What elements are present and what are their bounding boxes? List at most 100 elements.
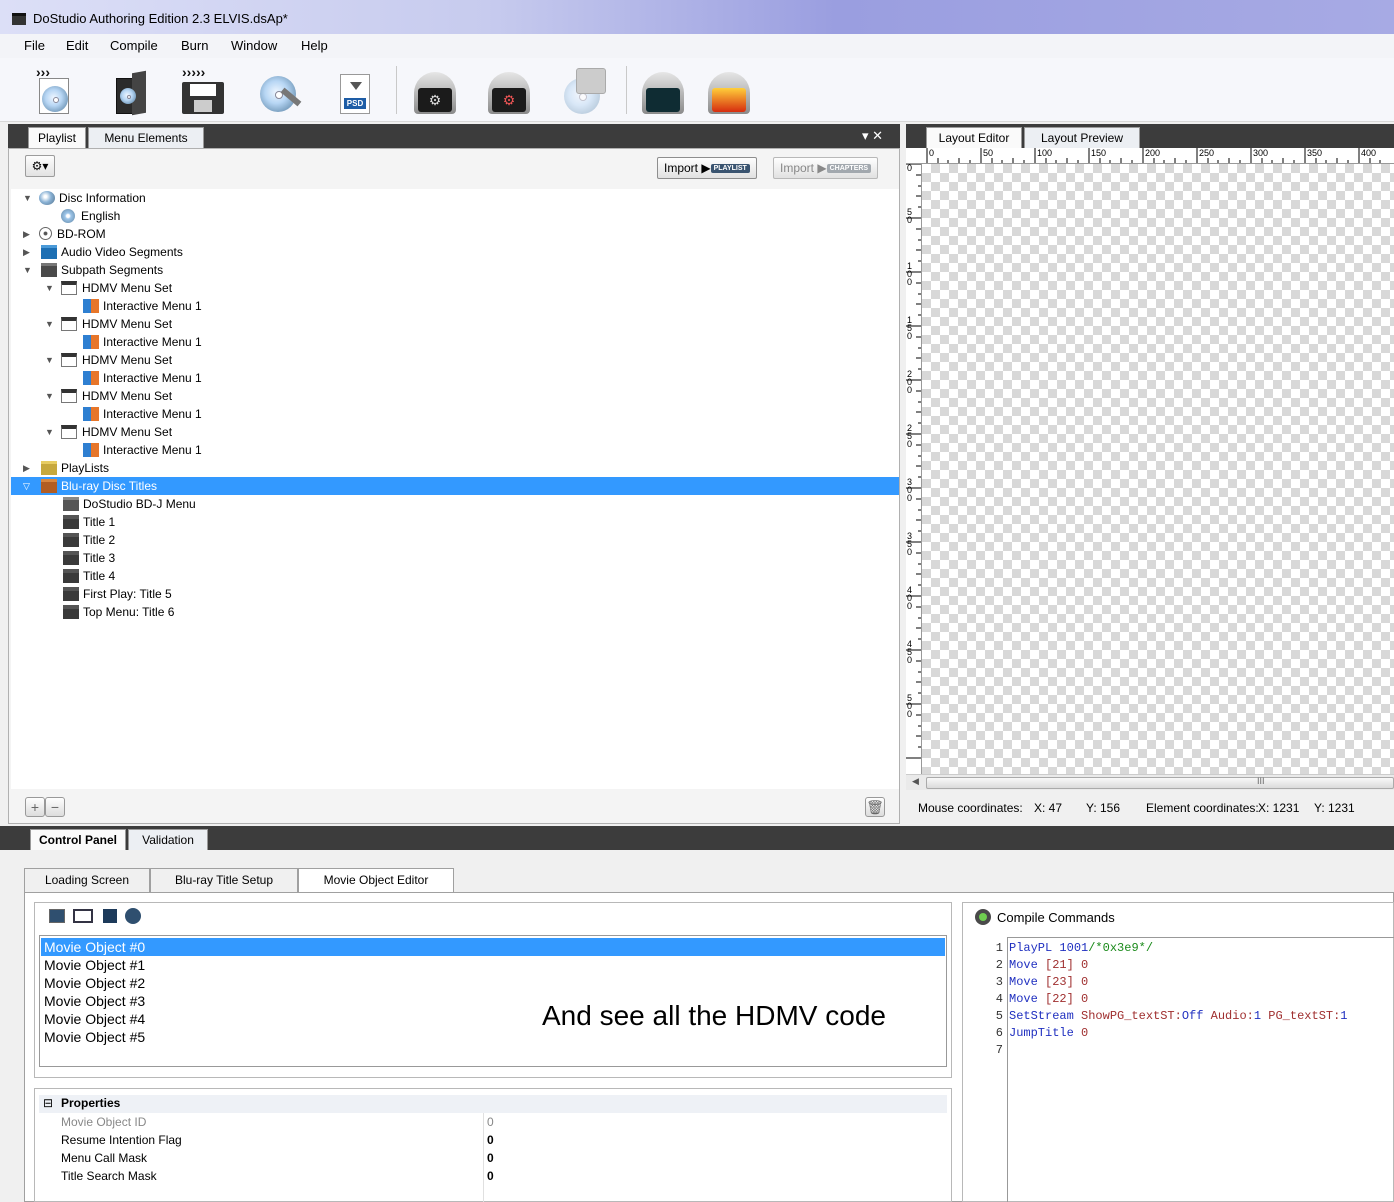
tab-layout-preview[interactable]: Layout Preview <box>1024 127 1140 148</box>
add-button[interactable]: + <box>25 797 45 817</box>
ruler-label: 400 <box>1361 148 1377 158</box>
tree-item-bd-rom[interactable]: ▶ BD-ROM <box>11 225 899 243</box>
tree-item-hdmv-menu-set[interactable]: ▼ HDMV Menu Set <box>11 279 899 297</box>
property-name: Movie Object ID <box>61 1115 147 1129</box>
tree-item-title[interactable]: Title 4 <box>11 567 899 585</box>
scrollbar-thumb[interactable]: III <box>926 776 1394 789</box>
scroll-left-icon[interactable]: ◀ <box>912 776 919 787</box>
properties-header[interactable]: ⊟ Properties <box>39 1095 947 1113</box>
expand-icon[interactable]: ▼ <box>23 189 33 207</box>
tree-item-interactive-menu[interactable]: Interactive Menu 1 <box>11 333 899 351</box>
line-number: 2 <box>995 958 1003 972</box>
tree-item-playlists[interactable]: ▶ PlayLists <box>11 459 899 477</box>
tree-item-bluray-disc-titles[interactable]: ▽ Blu-ray Disc Titles <box>11 477 899 495</box>
tree-item-hdmv-menu-set[interactable]: ▼ HDMV Menu Set <box>11 315 899 333</box>
property-value[interactable]: 0 <box>487 1133 494 1147</box>
tree-item-interactive-menu[interactable]: Interactive Menu 1 <box>11 441 899 459</box>
tab-movie-object-editor[interactable]: Movie Object Editor <box>298 868 454 893</box>
collapse-icon[interactable]: ▽ <box>23 477 33 495</box>
menu-file[interactable]: File <box>24 38 45 53</box>
property-name: Menu Call Mask <box>61 1151 148 1165</box>
preview-button[interactable] <box>560 64 612 116</box>
layout-canvas[interactable] <box>922 164 1394 774</box>
ruler-label: 150 <box>1091 148 1107 158</box>
tab-control-panel[interactable]: Control Panel <box>30 829 126 850</box>
folder-icon <box>41 245 57 259</box>
collapse-icon[interactable]: ▼ <box>23 261 33 279</box>
code-token: JumpTitle <box>1009 1026 1074 1040</box>
import-playlist-button[interactable]: Import ▶ PLAYLIST <box>657 157 757 179</box>
build-image-button[interactable] <box>638 64 690 116</box>
clock-icon[interactable] <box>125 908 141 924</box>
collapse-icon[interactable]: ▼ <box>45 279 55 297</box>
open-project-button[interactable] <box>104 64 156 116</box>
collapse-icon[interactable]: ⊟ <box>43 1096 53 1110</box>
list-item[interactable]: Movie Object #2 <box>41 974 945 992</box>
collapse-icon[interactable]: ▼ <box>45 387 55 405</box>
tree-item-hdmv-menu-set[interactable]: ▼ HDMV Menu Set <box>11 387 899 405</box>
burn-button[interactable] <box>704 64 756 116</box>
menu-window[interactable]: Window <box>231 38 277 53</box>
expand-icon[interactable]: ▶ <box>23 225 33 243</box>
tree-item-hdmv-menu-set[interactable]: ▼ HDMV Menu Set <box>11 351 899 369</box>
mouse-y: Y: 156 <box>1086 801 1121 815</box>
horizontal-scrollbar[interactable]: ◀ III <box>906 774 1394 790</box>
menu-compile[interactable]: Compile <box>110 38 158 53</box>
import-chapters-button[interactable]: Import ▶ CHAPTERS <box>773 157 879 179</box>
list-item[interactable]: Movie Object #1 <box>41 956 945 974</box>
gear-menu-button[interactable]: ⚙▾ <box>25 155 55 177</box>
tree-item-title[interactable]: First Play: Title 5 <box>11 585 899 603</box>
collapse-icon[interactable]: ▼ <box>45 351 55 369</box>
import-psd-button[interactable]: PSD <box>330 64 382 116</box>
tree-item-title[interactable]: Title 1 <box>11 513 899 531</box>
delete-button[interactable]: 🗑 <box>865 797 885 817</box>
tree-item-disc-information[interactable]: ▼ Disc Information <box>11 189 899 207</box>
tree-item-audio-video-segments[interactable]: ▶ Audio Video Segments <box>11 243 899 261</box>
compile-button[interactable]: ⚙ <box>410 64 462 116</box>
tab-playlist[interactable]: Playlist <box>28 127 86 148</box>
folder-icon <box>41 263 57 277</box>
horizontal-ruler: 0 50 100 150 200 250 300 350 400 <box>906 148 1394 164</box>
menu-object-icon[interactable] <box>73 909 93 923</box>
tree-item-title[interactable]: Title 3 <box>11 549 899 567</box>
menu-bar: File Edit Compile Burn Window Help <box>0 34 1394 58</box>
compile-advanced-button[interactable]: ⚙ <box>484 64 536 116</box>
menu-burn[interactable]: Burn <box>181 38 208 53</box>
property-value[interactable]: 0 <box>487 1151 494 1165</box>
gear-icon: ⚙▾ <box>31 159 49 173</box>
add-movie-object-icon[interactable] <box>49 909 65 923</box>
collapse-icon[interactable]: ▼ <box>45 423 55 441</box>
arrows-icon: ››› <box>36 64 50 80</box>
tree-item-title[interactable]: Top Menu: Title 6 <box>11 603 899 621</box>
expand-icon[interactable]: ▶ <box>23 459 33 477</box>
trash-icon: 🗑 <box>866 799 884 815</box>
tree-item-interactive-menu[interactable]: Interactive Menu 1 <box>11 369 899 387</box>
tree-item-hdmv-menu-set[interactable]: ▼ HDMV Menu Set <box>11 423 899 441</box>
tab-menu-elements[interactable]: Menu Elements <box>88 127 204 148</box>
tree-item-english[interactable]: English <box>11 207 899 225</box>
tab-layout-editor[interactable]: Layout Editor <box>926 127 1022 148</box>
tree-item-bdj-menu[interactable]: DoStudio BD-J Menu <box>11 495 899 513</box>
tree-item-interactive-menu[interactable]: Interactive Menu 1 <box>11 297 899 315</box>
tree-item-title[interactable]: Title 2 <box>11 531 899 549</box>
menu-help[interactable]: Help <box>301 38 328 53</box>
expand-icon[interactable]: ▶ <box>23 243 33 261</box>
remove-button[interactable]: − <box>45 797 65 817</box>
panel-controls[interactable]: ▾ ✕ <box>862 128 883 144</box>
tab-loading-screen[interactable]: Loading Screen <box>24 868 150 893</box>
collapse-icon[interactable]: ▼ <box>45 315 55 333</box>
save-icon[interactable] <box>103 909 117 923</box>
list-item[interactable]: Movie Object #0 <box>41 938 945 956</box>
new-project-button[interactable]: ››› <box>34 64 86 116</box>
folder-icon <box>41 479 57 493</box>
tab-validation[interactable]: Validation <box>128 829 208 850</box>
menu-edit[interactable]: Edit <box>66 38 88 53</box>
tab-bluray-title-setup[interactable]: Blu-ray Title Setup <box>150 868 298 893</box>
tree-item-subpath-segments[interactable]: ▼ Subpath Segments <box>11 261 899 279</box>
save-project-button[interactable]: ››››› <box>180 64 232 116</box>
property-value[interactable]: 0 <box>487 1169 494 1183</box>
ruler-label: 50 <box>907 207 913 225</box>
element-coordinates-label: Element coordinates: <box>1146 801 1259 815</box>
disc-settings-button[interactable] <box>256 64 308 116</box>
tree-item-interactive-menu[interactable]: Interactive Menu 1 <box>11 405 899 423</box>
